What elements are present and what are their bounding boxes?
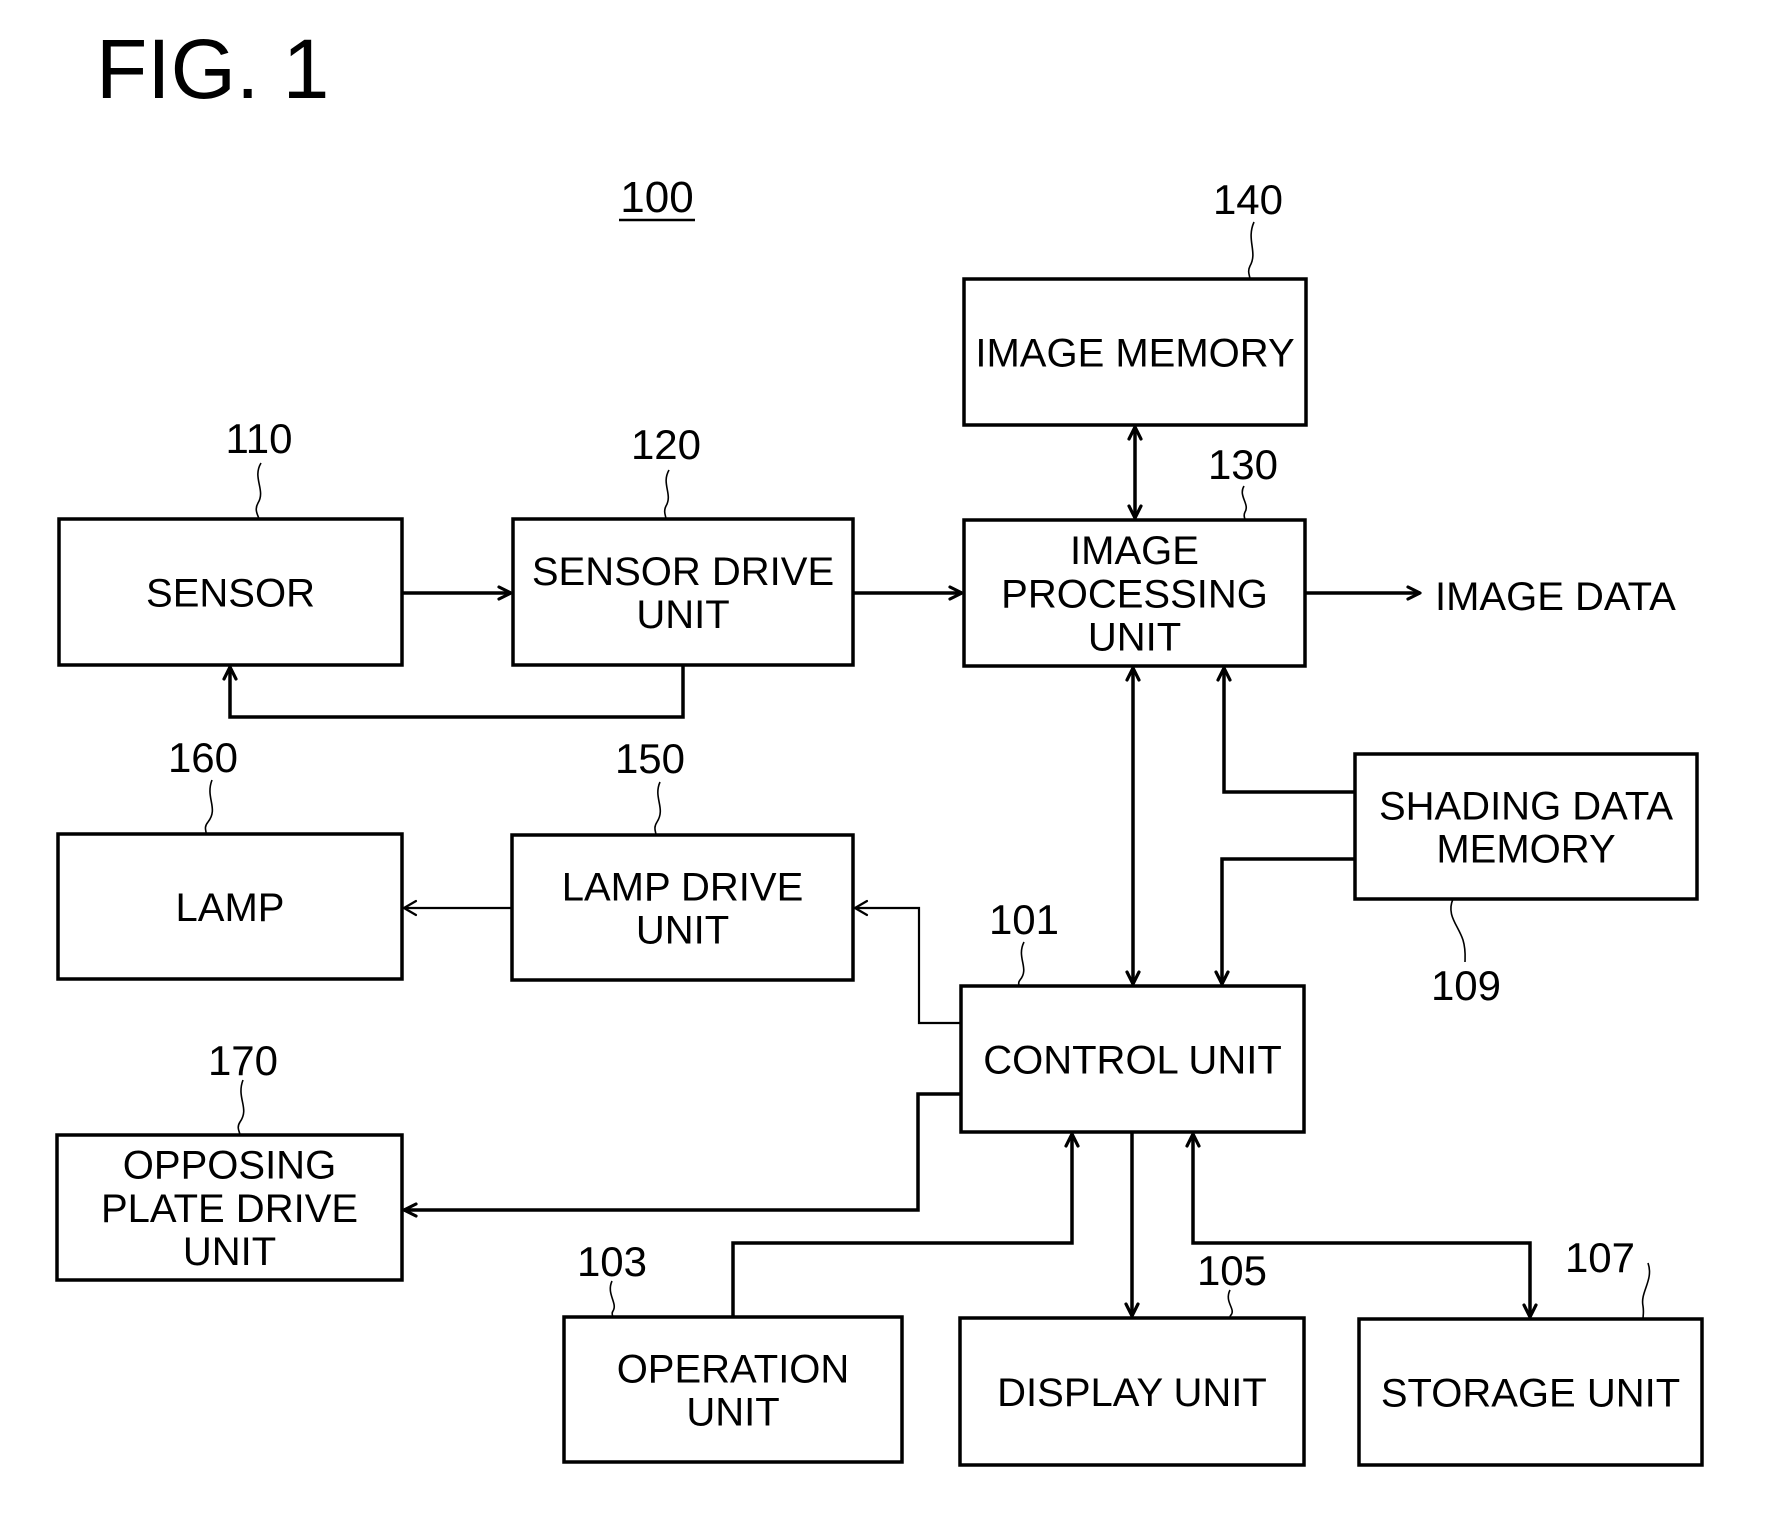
lamp-drive-reference-number: 150 bbox=[615, 735, 685, 782]
sensor-drive-label-line: UNIT bbox=[636, 593, 729, 637]
image-memory-label-line: IMAGE MEMORY bbox=[975, 331, 1294, 375]
opposing-plate-drive-label-line: PLATE DRIVE bbox=[101, 1187, 358, 1231]
connector-shading-to-image-processing bbox=[1222, 668, 1355, 794]
shading-memory-label-line: SHADING DATA bbox=[1379, 784, 1673, 828]
image-processing-label-line: PROCESSING bbox=[1001, 572, 1268, 616]
lamp-drive-label-line: UNIT bbox=[636, 909, 729, 953]
control-leader-line bbox=[1017, 941, 1025, 987]
image-processing-label-line: UNIT bbox=[1088, 616, 1181, 660]
lamp-block: LAMP 160 bbox=[56, 734, 404, 981]
sensor-drive-leader-line bbox=[663, 469, 670, 520]
connector-sensor-drive-to-sensor bbox=[228, 665, 685, 719]
lamp-drive-block: LAMP DRIVEUNIT 150 bbox=[510, 735, 855, 982]
image-processing-label-line: IMAGE bbox=[1070, 529, 1199, 573]
shading-memory-block: SHADING DATAMEMORY 109 bbox=[1353, 752, 1699, 1009]
image-memory-leader-line bbox=[1247, 221, 1255, 280]
lamp-label-line: LAMP bbox=[176, 886, 285, 930]
lamp-drive-label-line: LAMP DRIVE bbox=[562, 865, 804, 909]
control-label-line: CONTROL UNIT bbox=[983, 1038, 1282, 1082]
image-memory-block: IMAGE MEMORY 140 bbox=[962, 176, 1308, 427]
figure-title: FIG. 1 bbox=[96, 22, 329, 116]
connector-control-to-opposing-plate-drive bbox=[404, 1092, 961, 1212]
block-diagram: FIG. 1 100 SENSOR110SENSOR DRIVEUNIT120I… bbox=[55, 22, 1704, 1467]
operation-reference-number: 103 bbox=[577, 1238, 647, 1285]
sensor-drive-reference-number: 120 bbox=[631, 421, 701, 468]
connectors bbox=[222, 425, 1538, 1319]
image-processing-leader-line bbox=[1241, 485, 1247, 521]
opposing-plate-drive-reference-number: 170 bbox=[208, 1037, 278, 1084]
opposing-plate-drive-leader-line bbox=[237, 1079, 245, 1136]
operation-label-line: OPERATION bbox=[617, 1347, 850, 1391]
display-label-line: DISPLAY UNIT bbox=[997, 1371, 1267, 1415]
image-processing-reference-number: 130 bbox=[1208, 441, 1278, 488]
opposing-plate-drive-block: OPPOSINGPLATE DRIVEUNIT 170 bbox=[55, 1037, 404, 1282]
control-reference-number: 101 bbox=[989, 896, 1059, 943]
connector-shading-to-control bbox=[1220, 857, 1355, 984]
opposing-plate-drive-label-line: OPPOSING bbox=[123, 1144, 336, 1188]
display-leader-line bbox=[1227, 1289, 1233, 1319]
storage-leader-line bbox=[1641, 1262, 1651, 1320]
connector-control-to-lamp-drive bbox=[855, 906, 961, 1025]
shading-memory-reference-number: 109 bbox=[1431, 962, 1501, 1009]
shading-memory-label-line: MEMORY bbox=[1436, 828, 1615, 872]
display-reference-number: 105 bbox=[1197, 1247, 1267, 1294]
system-reference-number: 100 bbox=[620, 173, 693, 222]
connector-operation-to-control bbox=[731, 1134, 1074, 1317]
sensor-block: SENSOR 110 bbox=[57, 415, 404, 667]
sensor-leader-line bbox=[255, 462, 262, 520]
opposing-plate-drive-label-line: UNIT bbox=[183, 1230, 276, 1274]
shading-memory-leader-line bbox=[1450, 898, 1466, 963]
lamp-reference-number: 160 bbox=[168, 734, 238, 781]
blocks: SENSOR110SENSOR DRIVEUNIT120IMAGEPROCESS… bbox=[55, 176, 1704, 1467]
storage-reference-number: 107 bbox=[1565, 1234, 1635, 1281]
operation-label-line: UNIT bbox=[686, 1391, 779, 1435]
lamp-leader-line bbox=[204, 779, 214, 835]
sensor-label-line: SENSOR bbox=[146, 571, 315, 615]
sensor-drive-label-line: SENSOR DRIVE bbox=[532, 550, 834, 594]
operation-leader-line bbox=[609, 1280, 615, 1318]
lamp-drive-leader-line bbox=[654, 781, 662, 836]
sensor-reference-number: 110 bbox=[226, 415, 293, 462]
image-data-output-label: IMAGE DATA bbox=[1435, 575, 1676, 619]
image-memory-reference-number: 140 bbox=[1213, 176, 1283, 223]
storage-label-line: STORAGE UNIT bbox=[1381, 1371, 1680, 1415]
sensor-drive-block: SENSOR DRIVEUNIT 120 bbox=[511, 421, 855, 667]
